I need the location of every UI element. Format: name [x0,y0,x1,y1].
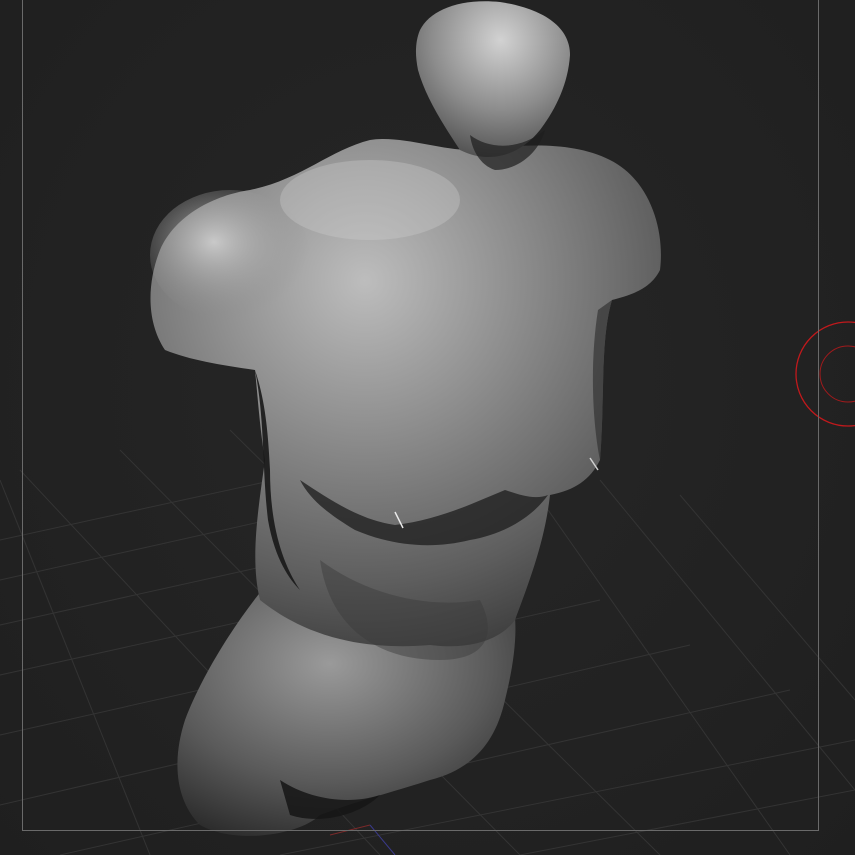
neck [415,1,570,158]
chest-highlight [280,160,460,240]
sculpt-viewport[interactable] [0,0,855,855]
torso-model[interactable] [150,1,661,836]
brush-cursor-circle-icon [795,321,855,427]
viewport-canvas[interactable] [0,0,855,855]
axis-lines [329,824,396,855]
